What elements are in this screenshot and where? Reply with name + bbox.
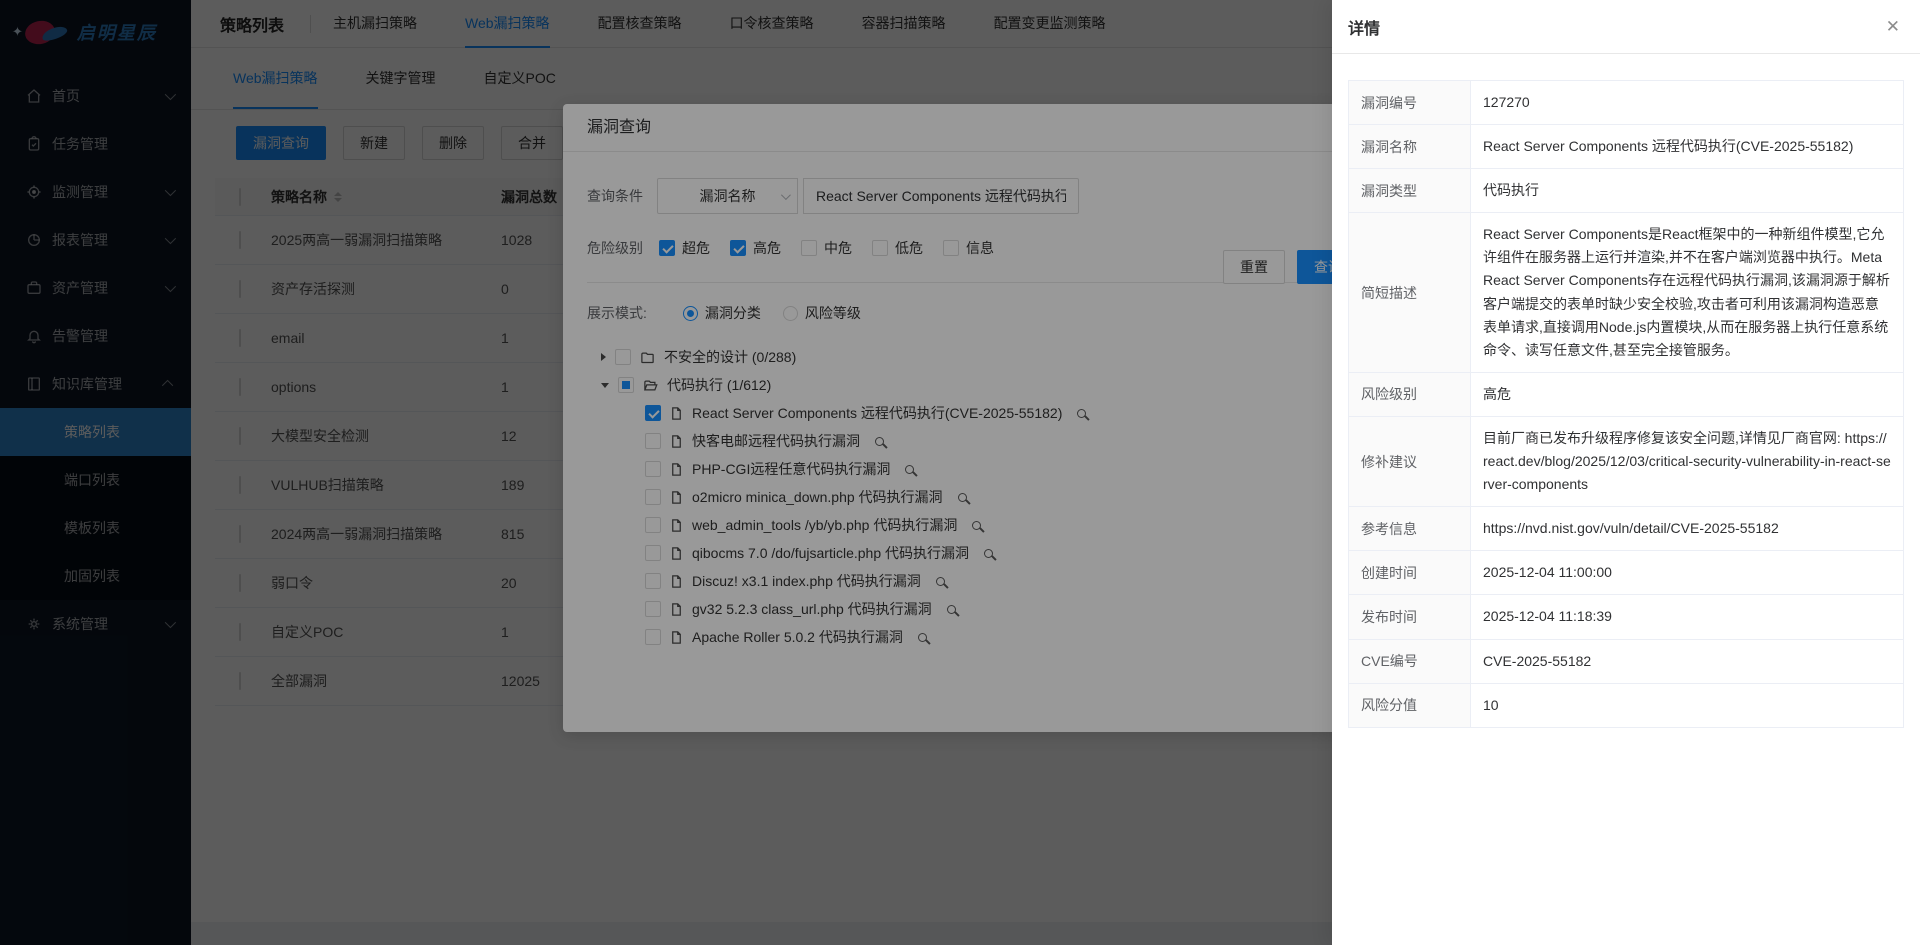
- details-drawer: 详情 ✕ 漏洞编号 127270 漏洞名称 React Server Compo…: [1332, 0, 1920, 945]
- close-icon[interactable]: ✕: [1886, 18, 1900, 35]
- field-published-time: 发布时间 2025-12-04 11:18:39: [1349, 595, 1903, 639]
- drawer-title: 详情: [1348, 15, 1380, 39]
- field-reference: 参考信息 https://nvd.nist.gov/vuln/detail/CV…: [1349, 507, 1903, 551]
- drawer-header: 详情 ✕: [1332, 0, 1920, 54]
- app-screen: ✦ 启明星辰 首页 任务管理 监测管理 报表管理: [0, 0, 1920, 945]
- field-description: 简短描述 React Server Components是React框架中的一种…: [1349, 213, 1903, 373]
- field-risk-level: 风险级别 高危: [1349, 373, 1903, 417]
- field-vuln-name: 漏洞名称 React Server Components 远程代码执行(CVE-…: [1349, 125, 1903, 169]
- field-vuln-id: 漏洞编号 127270: [1349, 81, 1903, 125]
- field-risk-score: 风险分值 10: [1349, 684, 1903, 727]
- vuln-detail-fields: 漏洞编号 127270 漏洞名称 React Server Components…: [1348, 80, 1904, 728]
- field-created-time: 创建时间 2025-12-04 11:00:00: [1349, 551, 1903, 595]
- field-vuln-type: 漏洞类型 代码执行: [1349, 169, 1903, 213]
- field-cve-id: CVE编号 CVE-2025-55182: [1349, 640, 1903, 684]
- field-remediation: 修补建议 目前厂商已发布升级程序修复该安全问题,详情见厂商官网: https:/…: [1349, 417, 1903, 507]
